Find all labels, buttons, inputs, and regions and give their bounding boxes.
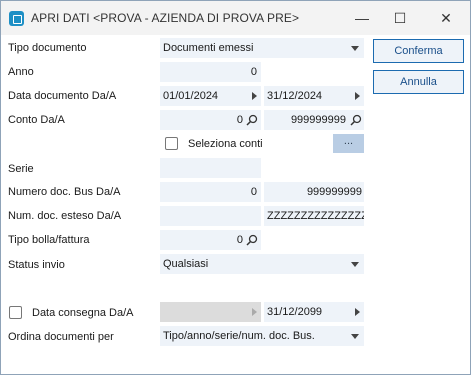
num-doc-esteso-label: Num. doc. esteso Da/A <box>8 210 122 222</box>
ordina-label: Ordina documenti per <box>8 331 114 343</box>
data-consegna-from-input[interactable] <box>160 302 261 322</box>
tipo-bolla-label: Tipo bolla/fattura <box>8 234 90 246</box>
numero-doc-to-input[interactable]: 999999999 <box>264 182 364 202</box>
num-doc-esteso-to-input[interactable]: ZZZZZZZZZZZZZZZZ <box>264 206 364 226</box>
data-documento-to-input[interactable]: 31/12/2024 <box>264 86 364 106</box>
app-icon <box>9 11 24 26</box>
data-consegna-label: Data consegna Da/A <box>32 307 134 319</box>
serie-input[interactable] <box>160 158 261 178</box>
anno-input[interactable]: 0 <box>160 62 261 82</box>
serie-label: Serie <box>8 163 34 175</box>
data-consegna-to-value: 31/12/2099 <box>267 306 323 318</box>
num-doc-esteso-from-input[interactable] <box>160 206 261 226</box>
data-documento-from-value: 01/01/2024 <box>163 90 219 102</box>
ordina-value: Tipo/anno/serie/num. doc. Bus. <box>163 330 315 342</box>
numero-doc-from-input[interactable]: 0 <box>160 182 261 202</box>
minimize-icon[interactable]: — <box>352 9 372 27</box>
close-icon[interactable]: ✕ <box>436 9 456 27</box>
chevron-right-icon[interactable] <box>252 92 257 100</box>
cancel-button[interactable]: Annulla <box>373 70 464 94</box>
status-invio-select[interactable]: Qualsiasi <box>160 254 364 274</box>
chevron-down-icon <box>351 46 359 51</box>
chevron-right-icon[interactable] <box>355 92 360 100</box>
title-bar: APRI DATI <PROVA - AZIENDA DI PROVA PRE>… <box>1 1 470 35</box>
tipo-bolla-value: 0 <box>236 234 243 246</box>
data-documento-label: Data documento Da/A <box>8 90 117 102</box>
seleziona-conti-label: Seleziona conti <box>188 138 263 150</box>
window-title: APRI DATI <PROVA - AZIENDA DI PROVA PRE> <box>31 11 300 25</box>
data-documento-from-input[interactable]: 01/01/2024 <box>160 86 261 106</box>
conto-label: Conto Da/A <box>8 114 65 126</box>
dialog-window: APRI DATI <PROVA - AZIENDA DI PROVA PRE>… <box>0 0 471 375</box>
search-icon[interactable] <box>350 114 362 126</box>
search-icon[interactable] <box>246 114 258 126</box>
chevron-down-icon <box>351 334 359 339</box>
anno-label: Anno <box>8 66 34 78</box>
data-consegna-checkbox[interactable] <box>9 306 22 319</box>
chevron-right-icon[interactable] <box>355 308 360 316</box>
data-documento-to-value: 31/12/2024 <box>267 90 323 102</box>
chevron-down-icon <box>351 262 359 267</box>
maximize-icon[interactable]: ☐ <box>390 9 410 27</box>
search-icon[interactable] <box>246 234 258 246</box>
conto-to-value: 999999999 <box>290 114 346 126</box>
status-invio-value: Qualsiasi <box>163 258 209 270</box>
chevron-right-icon[interactable] <box>252 308 257 316</box>
status-invio-label: Status invio <box>8 259 65 271</box>
confirm-button[interactable]: Conferma <box>373 39 464 63</box>
seleziona-conti-checkbox[interactable] <box>165 137 178 150</box>
tipo-documento-value: Documenti emessi <box>163 42 254 54</box>
seleziona-conti-button[interactable]: ... <box>333 134 364 153</box>
numero-doc-label: Numero doc. Bus Da/A <box>8 186 121 198</box>
tipo-documento-label: Tipo documento <box>8 42 87 54</box>
conto-from-value: 0 <box>236 114 243 126</box>
conto-to-input[interactable]: 999999999 <box>264 110 364 130</box>
ordina-select[interactable]: Tipo/anno/serie/num. doc. Bus. <box>160 326 364 346</box>
data-consegna-to-input[interactable]: 31/12/2099 <box>264 302 364 322</box>
tipo-documento-select[interactable]: Documenti emessi <box>160 38 364 58</box>
